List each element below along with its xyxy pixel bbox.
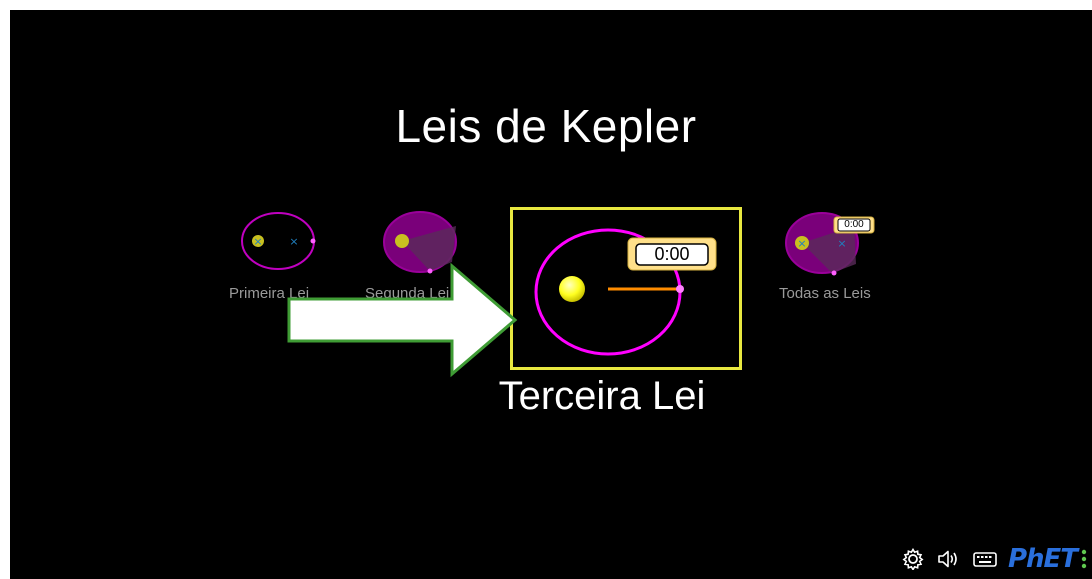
screen-button-first-law[interactable]: × × <box>238 210 318 270</box>
svg-text:×: × <box>289 235 298 248</box>
navigation-bar: PhET <box>900 539 1092 579</box>
settings-icon[interactable] <box>900 546 926 572</box>
svg-text:×: × <box>837 237 846 250</box>
audio-icon[interactable] <box>936 546 962 572</box>
svg-text:×: × <box>253 235 262 248</box>
screen-button-all-laws[interactable]: × × 0:00 <box>782 212 882 277</box>
screen-label-third-law: Terceira Lei <box>498 374 706 418</box>
timer-readout-small: 0:00 <box>844 219 864 230</box>
first-law-icon: × × <box>241 212 316 270</box>
screen-label-all-laws: Todas as Leis <box>779 285 871 302</box>
keyboard-icon[interactable] <box>972 546 998 572</box>
svg-text:×: × <box>797 237 806 250</box>
page-title: Leis de Kepler <box>395 100 697 152</box>
phet-logo-dots-icon <box>1081 549 1087 569</box>
timer-readout: 0:00 <box>654 244 690 264</box>
phet-logo-text: PhET <box>1007 544 1078 574</box>
screen-button-third-law[interactable]: 0:00 <box>510 207 742 370</box>
third-law-icon <box>510 207 742 370</box>
annotation-arrow <box>287 263 518 378</box>
phet-logo[interactable]: PhET <box>1008 544 1092 574</box>
